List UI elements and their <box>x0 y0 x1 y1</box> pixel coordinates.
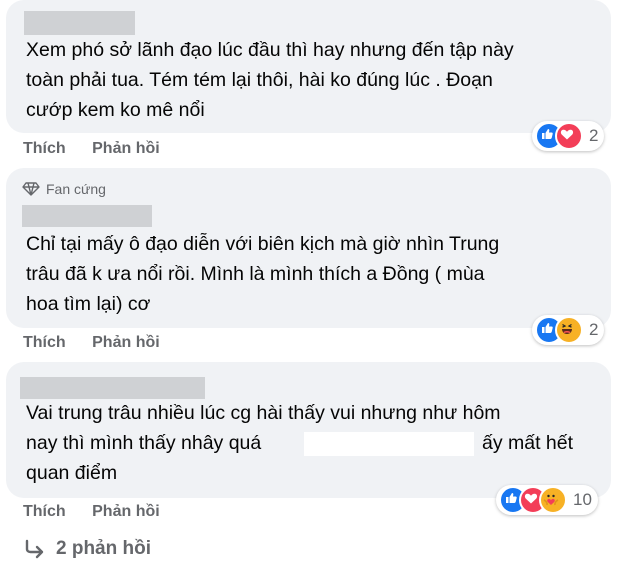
reaction-summary[interactable]: 2 <box>532 315 605 345</box>
redacted-author-name <box>24 11 135 35</box>
comment-actions: Thích Phản hồi <box>23 334 182 352</box>
reaction-count: 2 <box>589 126 599 145</box>
comment-text-line: Vai trung trâu nhiều lúc cg hài thấy vui… <box>26 402 501 424</box>
like-button[interactable]: Thích <box>23 334 66 351</box>
comment-text-line: Chỉ tại mấy ô đạo diễn với biên kịch mà … <box>26 233 500 255</box>
comment-text-line: hoa tìm lại) cơ <box>26 293 151 315</box>
diamond-icon <box>22 182 40 196</box>
reaction-summary[interactable]: 2 <box>532 121 605 151</box>
comment-bubble: Vai trung trâu nhiều lúc cg hài thấy vui… <box>6 362 611 498</box>
comment-bubble: Xem phó sở lãnh đạo lúc đầu thì hay nhưn… <box>6 0 611 133</box>
fan-badge-label: Fan cứng <box>46 181 106 197</box>
like-button[interactable]: Thích <box>23 503 66 520</box>
reaction-count: 10 <box>573 490 592 509</box>
comment-actions: Thích Phản hồi <box>23 503 182 521</box>
fan-badge: Fan cứng <box>22 181 106 197</box>
like-button[interactable]: Thích <box>23 140 66 157</box>
comment-text-line: trâu đã k ưa nổi rồi. Mình là mình thích… <box>26 263 485 285</box>
care-icon <box>539 486 567 514</box>
view-replies-label[interactable]: 2 phản hồi <box>56 538 151 560</box>
comment-actions: Thích Phản hồi <box>23 140 182 158</box>
view-replies-link[interactable]: 2 phản hồi <box>24 538 151 560</box>
redacted-author-name <box>20 377 205 399</box>
comment-text-line: cướp kem ko mê nổi <box>26 99 205 121</box>
reply-button[interactable]: Phản hồi <box>92 334 160 351</box>
comment-text-line: nay thì mình thấy nhây quá <box>26 432 262 454</box>
comment-text-line: Xem phó sở lãnh đạo lúc đầu thì hay nhưn… <box>26 39 514 61</box>
love-icon <box>555 122 583 150</box>
comment-text-line: toàn phải tua. Tém tém lại thôi, hài ko … <box>26 69 493 91</box>
reply-arrow-icon <box>25 539 44 559</box>
comment-text-line: quan điểm <box>26 462 118 484</box>
redacted-text <box>304 432 474 456</box>
reaction-count: 2 <box>589 320 599 339</box>
reply-button[interactable]: Phản hồi <box>92 140 160 157</box>
redacted-author-name <box>22 205 152 227</box>
comment-text-line: ấy mất hết <box>482 432 574 454</box>
reaction-summary[interactable]: 10 <box>496 485 598 515</box>
haha-icon <box>555 316 583 344</box>
reply-button[interactable]: Phản hồi <box>92 503 160 520</box>
